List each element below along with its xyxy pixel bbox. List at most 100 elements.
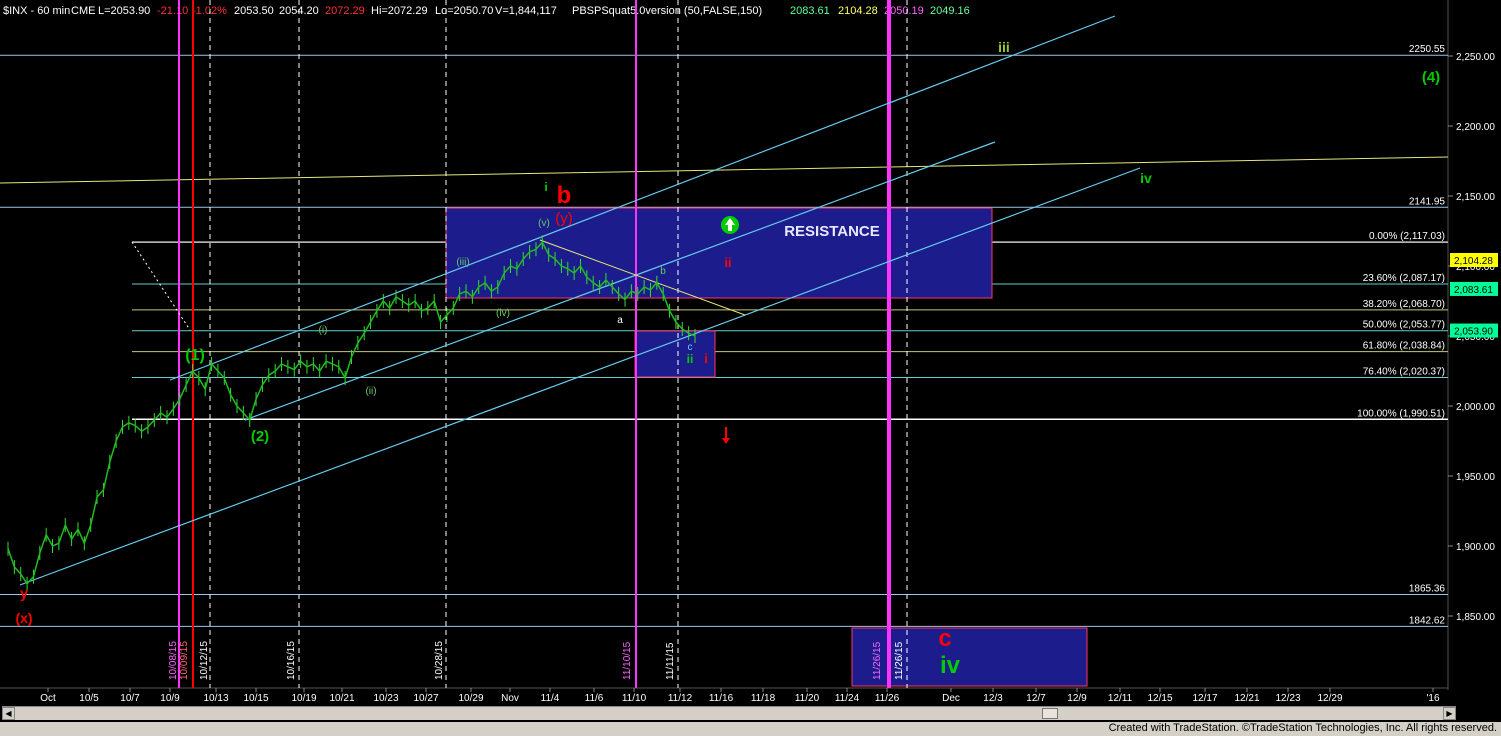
x-tick-label-23: 12/7	[1026, 693, 1046, 704]
wave-label-5: (iv)	[496, 308, 510, 319]
date-label-0: 10/08/15	[168, 641, 179, 680]
horizontal-scrollbar[interactable]: ◀ ▶	[2, 706, 1456, 720]
date-label-4: 10/28/15	[434, 641, 445, 680]
y-tick-label-8: 1,850.00	[1456, 612, 1495, 623]
wave-label-21: c	[938, 625, 951, 652]
wave-label-16: ii	[687, 352, 694, 366]
fib-label-5: 76.40% (2,020.37)	[1363, 366, 1445, 377]
wave-label-12: ii	[724, 255, 731, 270]
wave-label-9: (y)	[555, 210, 573, 227]
level-label-3: 1842.62	[1409, 615, 1446, 626]
fib-label-4: 61.80% (2,038.84)	[1363, 341, 1445, 352]
x-tick-label-9: 10/27	[413, 693, 438, 704]
x-tick-label-14: 11/10	[622, 693, 647, 704]
level-label-0: 2250.55	[1409, 44, 1446, 55]
x-tick-label-22: 12/3	[983, 693, 1003, 704]
x-tick-label-25: 12/11	[1108, 693, 1133, 704]
wave-label-18: iii	[998, 39, 1010, 55]
scroll-thumb[interactable]	[1042, 708, 1058, 719]
date-label-6: 11/11/15	[665, 642, 676, 680]
exchange-label: CME	[71, 5, 95, 17]
fib-label-1: 23.60% (2,087.17)	[1363, 273, 1445, 284]
x-tick-label-7: 10/21	[329, 693, 354, 704]
wave-label-3: (ii)	[365, 386, 376, 397]
y-tick-label-5: 2,000.00	[1456, 402, 1495, 413]
price-tag-label-2: 2,053.90	[1454, 327, 1493, 338]
x-tick-label-30: 12/29	[1317, 693, 1342, 704]
open-label: 2053.50	[234, 5, 274, 17]
x-tick-label-5: 10/15	[243, 693, 268, 704]
price-chart: $INX - 60 min CME L=2053.90 -21.10 -1.02…	[0, 0, 1501, 736]
x-tick-label-16: 11/16	[709, 693, 734, 704]
x-tick-label-12: 11/4	[541, 693, 560, 704]
x-tick-label-19: 11/24	[835, 693, 860, 704]
x-tick-label-2: 10/7	[120, 693, 140, 704]
chart-header: $INX - 60 min CME L=2053.90 -21.10 -1.02…	[3, 5, 970, 17]
price-tag-label-0: 2,104.28	[1454, 256, 1493, 267]
fib-label-2: 38.20% (2,068.70)	[1363, 299, 1445, 310]
price-tag-label-1: 2,083.61	[1454, 285, 1493, 296]
date-label-2: 10/12/15	[199, 641, 210, 680]
x-tick-label-0: Oct	[40, 693, 56, 704]
x-tick-label-18: 11/20	[795, 693, 820, 704]
prev-label: 2072.29	[325, 5, 365, 17]
wave-label-0: (1)	[185, 347, 205, 364]
wave-label-22: iv	[940, 652, 961, 679]
date-label-5: 11/10/15	[622, 641, 633, 680]
up-arrow-icon	[721, 216, 739, 234]
x-tick-label-1: 10/5	[79, 693, 99, 704]
x-tick-label-4: 10/13	[203, 693, 228, 704]
date-label-1: 10/09/15	[179, 641, 190, 680]
x-tick-label-17: 11/18	[751, 693, 776, 704]
wave-label-14: b	[660, 266, 666, 277]
x-tick-label-10: 10/29	[458, 693, 483, 704]
symbol-label: $INX - 60 min	[3, 5, 70, 17]
date-label-8: 11/26/15	[894, 641, 905, 680]
credit-text: Created with TradeStation. ©TradeStation…	[1108, 722, 1497, 734]
x-tick-label-13: 11/6	[585, 693, 604, 704]
scroll-left-arrow-icon[interactable]: ◀	[2, 707, 15, 720]
hi-label: Hi=2072.29	[371, 5, 428, 17]
wave-label-10: y	[20, 585, 28, 601]
study-value-4: 2049.16	[930, 5, 970, 17]
scroll-right-arrow-icon[interactable]: ▶	[1443, 707, 1456, 720]
x-tick-label-26: 12/15	[1147, 693, 1172, 704]
study-value-2: 2104.28	[838, 5, 878, 17]
wave-label-20: (4)	[1422, 69, 1440, 86]
y-tick-label-7: 1,900.00	[1456, 542, 1495, 553]
wave-label-2: (i)	[319, 325, 328, 336]
y-tick-label-0: 2,250.00	[1456, 52, 1495, 63]
x-tick-label-3: 10/9	[160, 693, 180, 704]
x-tick-label-29: 12/23	[1275, 693, 1300, 704]
x-tick-label-11: Nov	[501, 693, 519, 704]
wave-label-6: (v)	[538, 218, 550, 229]
fib-label-6: 100.00% (1,990.51)	[1357, 408, 1445, 419]
x-tick-label-6: 10/19	[291, 693, 316, 704]
x-tick-label-21: Dec	[942, 693, 960, 704]
date-label-7: 11/26/15	[872, 641, 883, 680]
support-box	[634, 330, 716, 378]
y-tick-label-6: 1,950.00	[1456, 472, 1495, 483]
vol-label: V=1,844,117	[495, 5, 557, 17]
chart-background	[0, 0, 1501, 736]
level-label-1: 2141.95	[1409, 196, 1446, 207]
wave-label-19: iv	[1140, 170, 1152, 186]
last-label: L=2053.90	[98, 5, 150, 17]
y-tick-label-1: 2,200.00	[1456, 122, 1495, 133]
x-tick-label-24: 12/9	[1067, 693, 1087, 704]
study-value-1: 2083.61	[790, 5, 830, 17]
lo-label: Lo=2050.70	[435, 5, 493, 17]
resistance-label: RESISTANCE	[784, 223, 880, 240]
wave-label-4: (iii)	[456, 257, 469, 268]
date-label-3: 10/16/15	[286, 641, 297, 680]
x-tick-label-31: '16	[1426, 693, 1439, 704]
study-label: PBSPSquat5.0version (50,FALSE,150)	[572, 5, 762, 17]
x-tick-label-15: 11/12	[668, 693, 693, 704]
wave-label-8: b	[557, 182, 572, 209]
y-tick-label-2: 2,150.00	[1456, 192, 1495, 203]
change-label: -21.10	[157, 5, 188, 17]
x-tick-label-27: 12/17	[1192, 693, 1217, 704]
wave-label-7: i	[544, 180, 547, 194]
wave-label-13: a	[617, 315, 623, 326]
fib-label-0: 0.00% (2,117.03)	[1369, 231, 1445, 242]
